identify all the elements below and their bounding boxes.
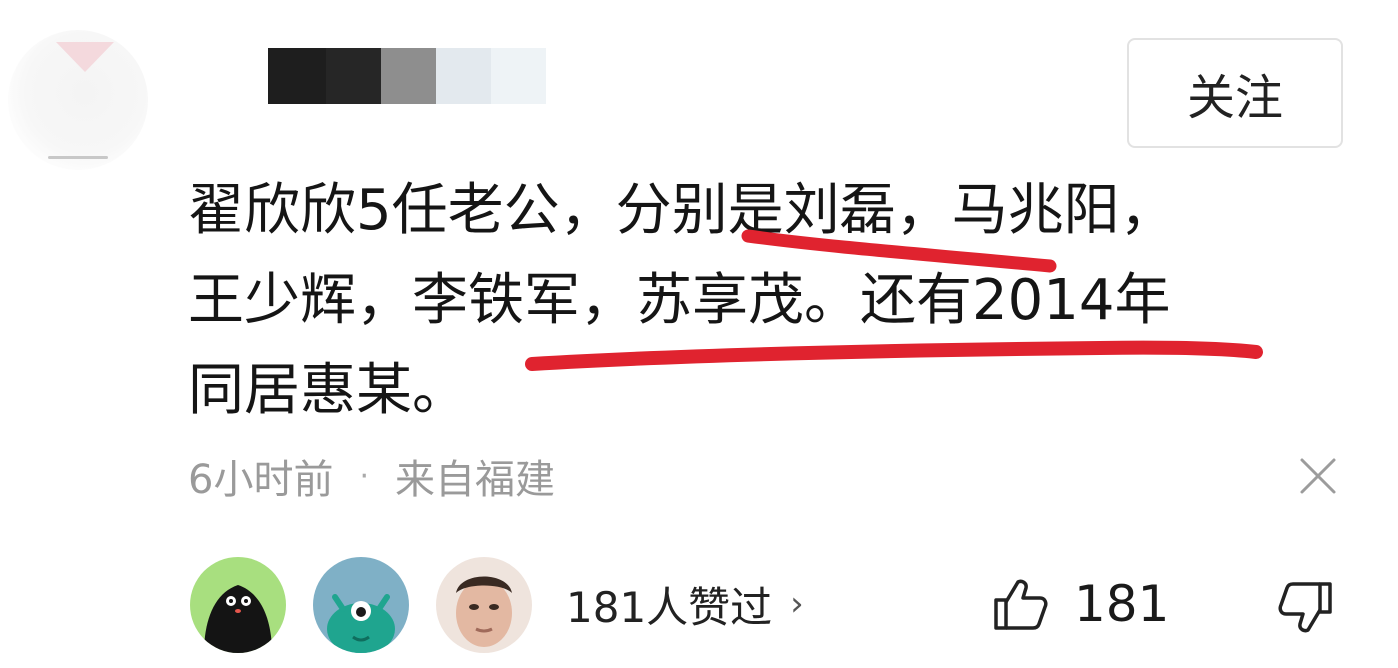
likes-summary-label: 181人赞过 bbox=[566, 582, 773, 632]
avatar-decoration bbox=[56, 42, 114, 72]
meta-separator: · bbox=[359, 458, 369, 494]
comment-line: 王少辉，李铁军，苏享茂。还有2014年 bbox=[188, 268, 1171, 333]
like-count: 181 bbox=[1074, 575, 1170, 633]
chevron-right-icon: › bbox=[790, 584, 804, 624]
black-blob-avatar-icon bbox=[204, 585, 272, 653]
liker-avatar[interactable] bbox=[190, 557, 286, 653]
comment-line: 翟欣欣5任老公，分别是刘磊，马兆阳， bbox=[188, 178, 1176, 243]
liker-avatar[interactable] bbox=[436, 557, 532, 653]
liker-avatar[interactable] bbox=[313, 557, 409, 653]
comment-time: 6小时前 bbox=[188, 457, 334, 503]
comment-location: 来自福建 bbox=[395, 457, 555, 503]
follow-button[interactable]: 关注 bbox=[1127, 38, 1343, 148]
comment-meta: 6小时前 · 来自福建 bbox=[188, 448, 555, 504]
close-icon[interactable] bbox=[1296, 454, 1340, 498]
username-redacted[interactable] bbox=[268, 48, 546, 104]
comment-body: 翟欣欣5任老公，分别是刘磊，马兆阳， 王少辉，李铁军，苏享茂。还有2014年 同… bbox=[188, 166, 1338, 436]
comment-line: 同居惠某。 bbox=[188, 358, 468, 423]
like-button[interactable]: 181 bbox=[990, 572, 1169, 636]
commenter-avatar[interactable] bbox=[8, 30, 148, 170]
person-photo-avatar-icon bbox=[456, 576, 512, 647]
likes-summary-link[interactable]: 181人赞过 › bbox=[566, 576, 804, 632]
teal-monster-avatar-icon bbox=[327, 594, 395, 653]
avatar-decoration-line bbox=[48, 156, 108, 159]
thumbs-down-icon[interactable] bbox=[1276, 574, 1338, 638]
thumbs-up-icon bbox=[994, 579, 1048, 630]
